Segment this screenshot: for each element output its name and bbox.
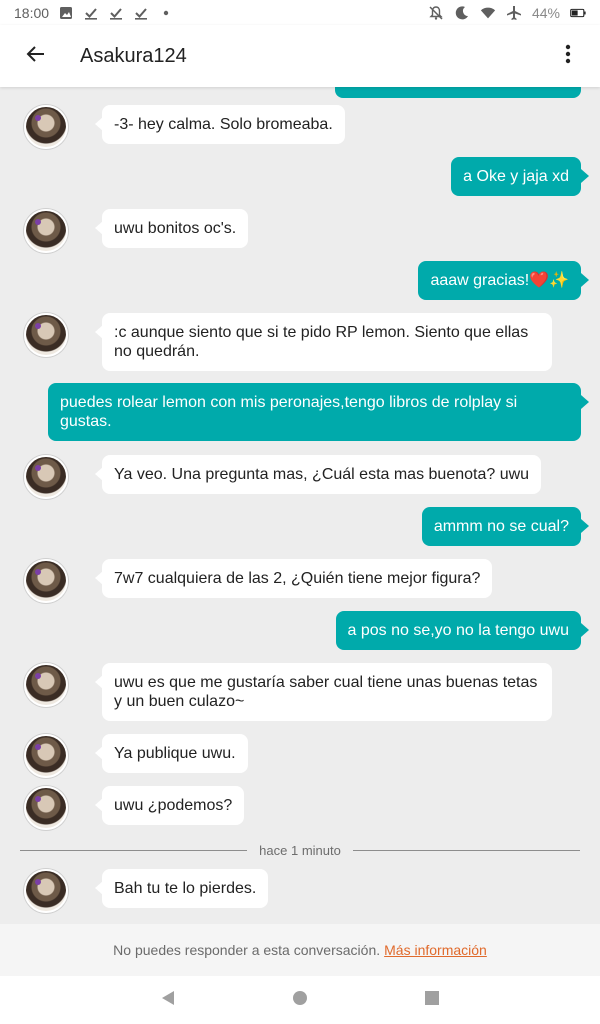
- avatar[interactable]: [24, 455, 68, 499]
- check-icon: [133, 5, 149, 21]
- partial-message-bubble: [335, 87, 581, 98]
- airplane-icon: [506, 5, 522, 21]
- incoming-message[interactable]: uwu es que me gustaría saber cual tiene …: [95, 663, 552, 721]
- outgoing-message[interactable]: a pos no se,yo no la tengo uwu: [335, 611, 589, 650]
- avatar[interactable]: [24, 209, 68, 253]
- avatar[interactable]: [24, 869, 68, 913]
- battery-percentage: 44%: [531, 4, 560, 21]
- status-time: 18:00: [14, 4, 50, 21]
- check-icon: [83, 5, 99, 21]
- reply-disabled-footer: No puedes responder a esta conversación.…: [0, 924, 600, 976]
- reply-disabled-text: No puedes responder a esta conversación.: [113, 942, 381, 958]
- nav-recents-icon: [424, 990, 440, 1011]
- message-list[interactable]: -3- hey calma. Solo bromeaba. a Oke y ja…: [0, 87, 600, 924]
- dot-icon: [158, 5, 174, 21]
- avatar[interactable]: [24, 313, 68, 357]
- outgoing-message[interactable]: puedes rolear lemon con mis peronajes,te…: [48, 383, 589, 441]
- outgoing-message[interactable]: a Oke y jaja xd: [451, 157, 589, 196]
- outgoing-message[interactable]: ammm no se cual?: [421, 507, 590, 546]
- avatar[interactable]: [24, 734, 68, 778]
- incoming-message[interactable]: :c aunque siento que si te pido RP lemon…: [95, 313, 552, 371]
- nav-back-button[interactable]: [156, 988, 180, 1012]
- more-options-button[interactable]: [552, 36, 584, 76]
- back-button[interactable]: [16, 36, 56, 76]
- battery-icon: [570, 5, 586, 21]
- nav-home-icon: [292, 990, 308, 1011]
- avatar[interactable]: [24, 105, 68, 149]
- nav-back-icon: [160, 990, 176, 1011]
- system-navigation-bar: [0, 976, 600, 1024]
- nav-home-button[interactable]: [288, 988, 312, 1012]
- arrow-back-icon: [26, 44, 46, 69]
- more-info-link[interactable]: Más información: [384, 942, 487, 958]
- avatar[interactable]: [24, 663, 68, 707]
- divider-line: [20, 849, 248, 851]
- avatar[interactable]: [24, 786, 68, 830]
- nav-recents-button[interactable]: [420, 988, 444, 1012]
- avatar[interactable]: [24, 559, 68, 603]
- check-icon: [108, 5, 124, 21]
- incoming-message[interactable]: Bah tu te lo pierdes.: [94, 869, 269, 908]
- notifications-off-icon: [428, 5, 444, 21]
- time-divider: hace 1 minuto: [20, 841, 581, 859]
- app-bar: Asakura124: [0, 25, 600, 87]
- incoming-message[interactable]: Ya publique uwu.: [95, 734, 248, 773]
- incoming-message[interactable]: uwu bonitos oc's.: [94, 209, 249, 248]
- incoming-message[interactable]: 7w7 cualquiera de las 2, ¿Quién tiene me…: [94, 559, 493, 598]
- image-icon: [58, 5, 74, 21]
- incoming-message[interactable]: Ya veo. Una pregunta mas, ¿Cuál esta mas…: [94, 455, 542, 494]
- time-divider-label: hace 1 minuto: [259, 842, 341, 858]
- more-vert-icon: [565, 44, 571, 69]
- status-bar: 18:00 44%: [0, 0, 600, 25]
- conversation-title: Asakura124: [80, 44, 187, 67]
- outgoing-message[interactable]: aaaw gracias!❤️✨: [418, 261, 589, 300]
- moon-icon: [454, 5, 470, 21]
- wifi-icon: [480, 5, 496, 21]
- divider-line: [352, 849, 581, 851]
- incoming-message[interactable]: uwu ¿podemos?: [94, 786, 245, 825]
- incoming-message[interactable]: -3- hey calma. Solo bromeaba.: [95, 105, 345, 144]
